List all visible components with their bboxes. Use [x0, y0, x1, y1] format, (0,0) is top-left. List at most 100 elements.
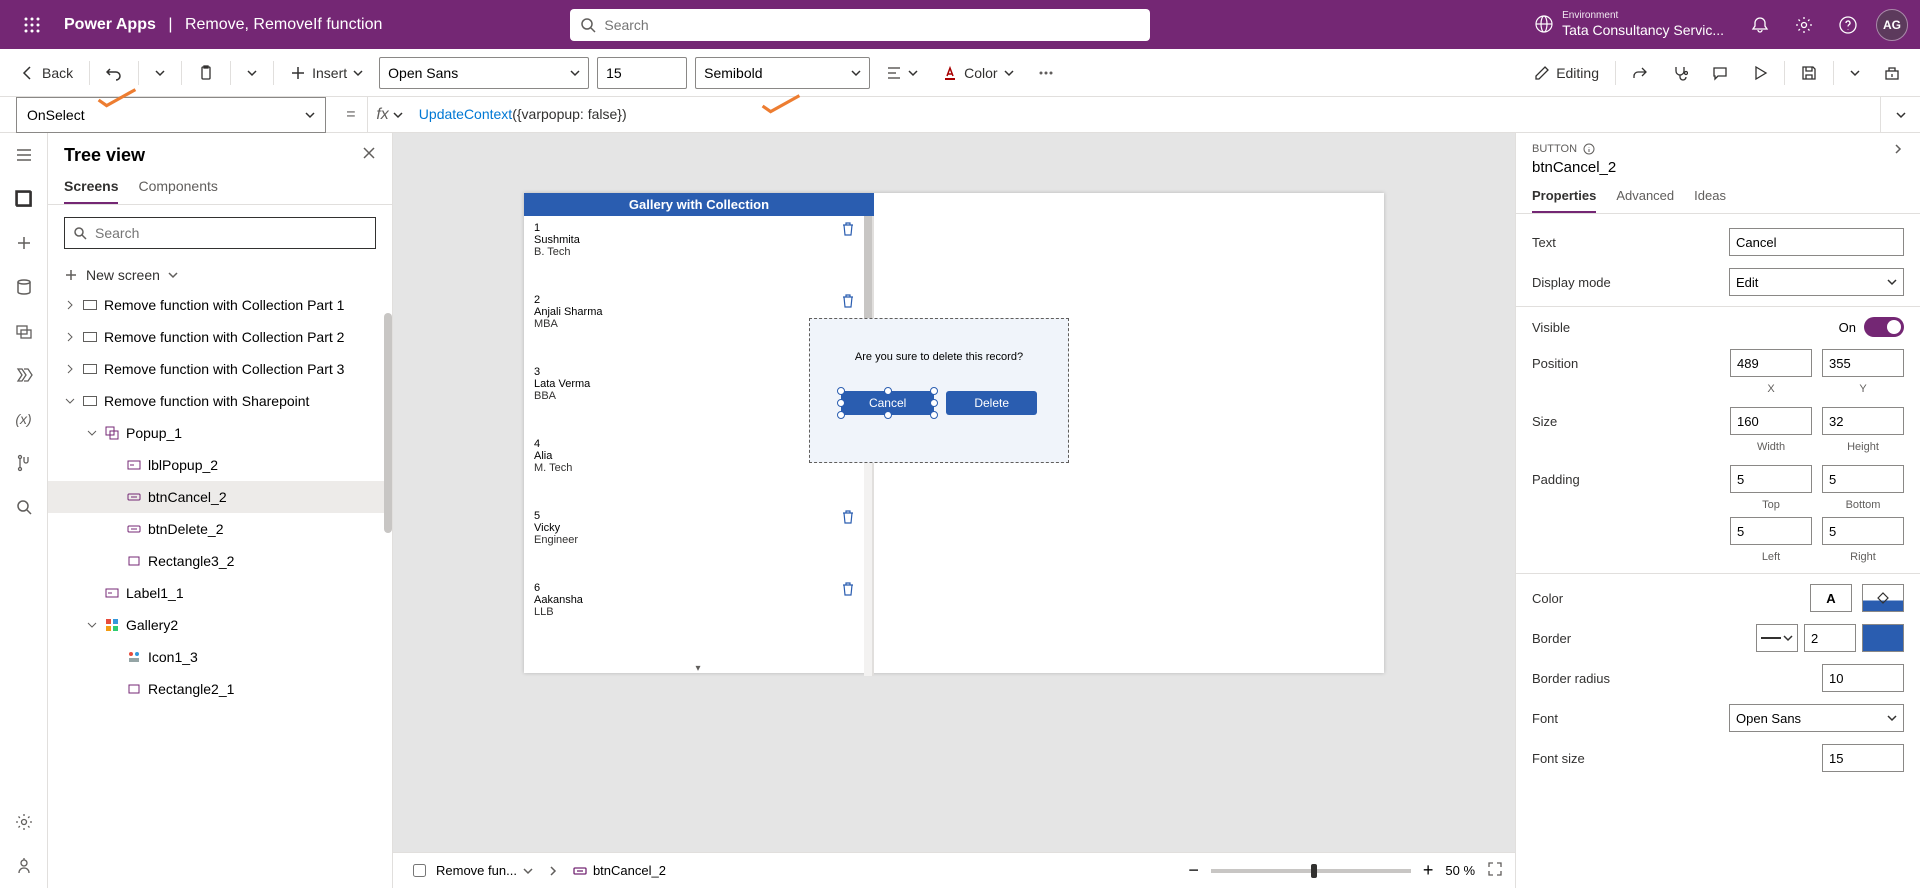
tab-properties[interactable]: Properties [1532, 188, 1596, 213]
tab-components[interactable]: Components [138, 178, 217, 204]
trash-icon[interactable] [842, 582, 854, 599]
prop-padding-right[interactable] [1822, 517, 1904, 545]
more-options-button[interactable] [1030, 61, 1062, 85]
paste-dropdown[interactable] [239, 64, 265, 82]
prop-position-y[interactable] [1822, 349, 1904, 377]
variables-rail-icon[interactable]: (x) [14, 409, 34, 429]
font-weight-select[interactable]: Semibold [695, 57, 870, 89]
editing-mode-button[interactable]: Editing [1526, 61, 1607, 85]
prop-padding-bottom[interactable] [1822, 465, 1904, 493]
breadcrumb-screen[interactable]: Remove fun... [405, 861, 541, 880]
notifications-icon[interactable] [1740, 5, 1780, 45]
info-icon[interactable] [1583, 143, 1595, 155]
settings-rail-icon[interactable] [14, 812, 34, 832]
tree-scrollbar[interactable] [384, 313, 392, 533]
checker-button[interactable] [1664, 61, 1696, 85]
avatar[interactable]: AG [1872, 5, 1912, 45]
new-screen-button[interactable]: New screen [48, 261, 392, 289]
prop-text-color[interactable]: A [1810, 584, 1852, 612]
save-button[interactable] [1793, 61, 1825, 85]
save-dropdown[interactable] [1842, 64, 1868, 82]
waffle-icon[interactable] [8, 17, 56, 33]
prop-size-height[interactable] [1822, 407, 1904, 435]
fx-label[interactable]: fx [367, 97, 410, 132]
expand-formula-button[interactable] [1880, 97, 1920, 132]
tree-item[interactable]: lblPopup_2 [48, 449, 392, 481]
help-icon[interactable] [1828, 5, 1868, 45]
insert-button[interactable]: Insert [282, 61, 371, 85]
gallery-item[interactable]: 6AakanshaLLB [524, 576, 872, 648]
trash-icon[interactable] [842, 222, 854, 239]
align-button[interactable] [878, 61, 926, 85]
tree-item[interactable]: Remove function with Collection Part 1 [48, 289, 392, 321]
prop-border-color[interactable] [1862, 624, 1904, 652]
prop-border-radius-input[interactable] [1822, 664, 1904, 692]
formula-input[interactable]: UpdateContext({varpopup: false}) [411, 106, 1880, 123]
prop-displaymode-select[interactable]: Edit [1729, 268, 1904, 296]
share-button[interactable] [1624, 61, 1656, 85]
tree-item[interactable]: btnCancel_2 [48, 481, 392, 513]
tools-rail-icon[interactable] [14, 453, 34, 473]
prop-visible-toggle[interactable] [1864, 317, 1904, 337]
tree-item[interactable]: btnDelete_2 [48, 513, 392, 545]
chevron-right-icon[interactable] [1892, 143, 1904, 155]
prop-size-width[interactable] [1730, 407, 1812, 435]
tab-ideas[interactable]: Ideas [1694, 188, 1726, 213]
environment-picker[interactable]: Environment Tata Consultancy Servic... [1534, 10, 1724, 39]
gallery-item[interactable]: 1SushmitaB. Tech [524, 216, 872, 288]
paste-button[interactable] [190, 61, 222, 85]
close-tree-button[interactable] [362, 146, 376, 165]
app-screen[interactable]: Gallery with Collection 1SushmitaB. Tech… [524, 193, 1384, 673]
gallery-next-icon[interactable]: ▾ [695, 663, 700, 674]
insert-rail-icon[interactable] [14, 233, 34, 253]
tab-screens[interactable]: Screens [64, 178, 118, 204]
data-rail-icon[interactable] [14, 277, 34, 297]
gallery-item[interactable]: 5VickyEngineer [524, 504, 872, 576]
media-rail-icon[interactable] [14, 321, 34, 341]
tab-advanced[interactable]: Advanced [1616, 188, 1674, 213]
comments-button[interactable] [1704, 61, 1736, 85]
preview-button[interactable] [1744, 61, 1776, 85]
tree-item[interactable]: Remove function with Sharepoint [48, 385, 392, 417]
undo-button[interactable] [98, 61, 130, 85]
tree-search[interactable] [64, 217, 376, 249]
fit-to-screen-button[interactable] [1487, 861, 1503, 880]
breadcrumb-control[interactable]: btnCancel_2 [565, 861, 674, 880]
publish-button[interactable] [1876, 61, 1908, 85]
prop-fill-color[interactable] [1862, 584, 1904, 612]
prop-text-input[interactable] [1729, 228, 1904, 256]
prop-padding-left[interactable] [1730, 517, 1812, 545]
back-button[interactable]: Back [12, 61, 81, 85]
virtual-agent-icon[interactable] [14, 856, 34, 876]
tree-item[interactable]: Gallery2 [48, 609, 392, 641]
zoom-in-button[interactable]: + [1423, 860, 1434, 881]
trash-icon[interactable] [842, 510, 854, 527]
search-rail-icon[interactable] [14, 497, 34, 517]
search-input[interactable] [604, 17, 1140, 33]
zoom-out-button[interactable]: − [1188, 860, 1199, 881]
global-search[interactable] [570, 9, 1150, 41]
tree-item[interactable]: Rectangle2_1 [48, 673, 392, 705]
undo-dropdown[interactable] [147, 64, 173, 82]
flow-rail-icon[interactable] [14, 365, 34, 385]
hamburger-icon[interactable] [14, 145, 34, 165]
screen-checkbox[interactable] [413, 864, 426, 877]
tree-item[interactable]: Remove function with Collection Part 3 [48, 353, 392, 385]
trash-icon[interactable] [842, 294, 854, 311]
tree-item[interactable]: Rectangle3_2 [48, 545, 392, 577]
tree-item[interactable]: Remove function with Collection Part 2 [48, 321, 392, 353]
settings-icon[interactable] [1784, 5, 1824, 45]
prop-border-width[interactable] [1804, 624, 1856, 652]
prop-fontsize-input[interactable] [1822, 744, 1904, 772]
tree-item[interactable]: Label1_1 [48, 577, 392, 609]
tree-search-input[interactable] [95, 225, 367, 241]
prop-position-x[interactable] [1730, 349, 1812, 377]
tree-item[interactable]: Icon1_3 [48, 641, 392, 673]
delete-button[interactable]: Delete [946, 391, 1037, 415]
property-select[interactable]: OnSelect [16, 97, 326, 133]
font-select[interactable]: Open Sans [379, 57, 589, 89]
prop-padding-top[interactable] [1730, 465, 1812, 493]
prop-border-style[interactable] [1756, 624, 1798, 652]
color-picker-button[interactable]: Color [934, 61, 1021, 85]
tree-view-icon[interactable] [14, 189, 34, 209]
